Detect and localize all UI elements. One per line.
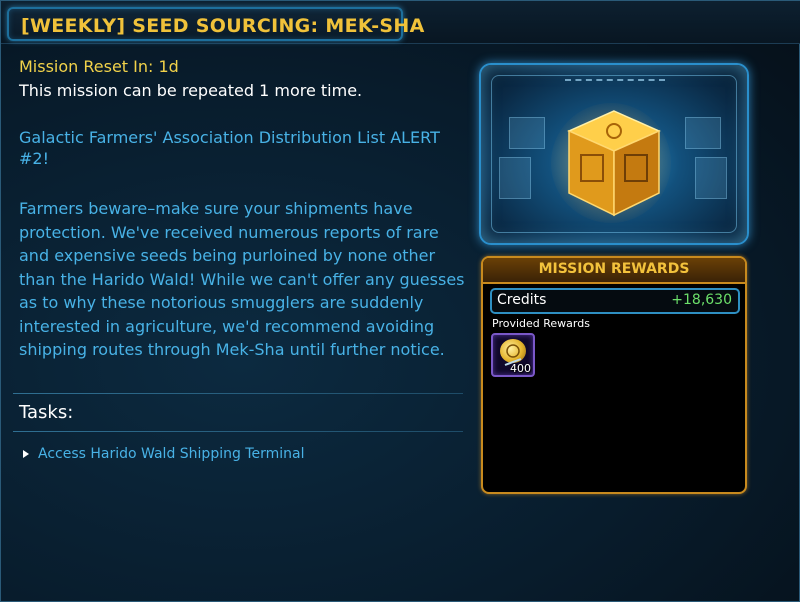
mission-preview-image bbox=[479, 63, 749, 245]
task-label: Access Harido Wald Shipping Terminal bbox=[38, 446, 305, 462]
mission-window: [WEEKLY] SEED SOURCING: MEK-SHA Mission … bbox=[0, 0, 800, 602]
credits-value: +18,630 bbox=[671, 292, 732, 308]
rewards-header: MISSION REWARDS bbox=[483, 258, 745, 284]
credits-label: Credits bbox=[497, 292, 547, 308]
title-bar: [WEEKLY] SEED SOURCING: MEK-SHA bbox=[1, 1, 800, 44]
mission-description: Farmers beware–make sure your shipments … bbox=[19, 199, 465, 359]
mission-rewards-panel: MISSION REWARDS Credits +18,630 Provided… bbox=[481, 256, 747, 494]
divider bbox=[13, 393, 463, 394]
rewards-title: MISSION REWARDS bbox=[538, 261, 690, 277]
mission-repeat-info: This mission can be repeated 1 more time… bbox=[19, 81, 363, 100]
credits-row: Credits +18,630 bbox=[490, 288, 740, 314]
mission-alert-heading: Galactic Farmers' Association Distributi… bbox=[19, 128, 440, 168]
reward-item[interactable]: 400 bbox=[491, 333, 535, 377]
provided-rewards-label: Provided Rewards bbox=[492, 317, 590, 330]
tasks-heading: Tasks: bbox=[19, 402, 74, 423]
title-plate: [WEEKLY] SEED SOURCING: MEK-SHA bbox=[7, 7, 424, 41]
item-count: 400 bbox=[510, 362, 531, 375]
divider bbox=[13, 431, 463, 432]
mission-reset: Mission Reset In: 1d bbox=[19, 57, 179, 76]
golden-cube-icon bbox=[567, 110, 661, 217]
task-item[interactable]: Access Harido Wald Shipping Terminal bbox=[23, 445, 304, 463]
expand-arrow-icon bbox=[23, 450, 29, 458]
mission-title: [WEEKLY] SEED SOURCING: MEK-SHA bbox=[21, 15, 425, 37]
